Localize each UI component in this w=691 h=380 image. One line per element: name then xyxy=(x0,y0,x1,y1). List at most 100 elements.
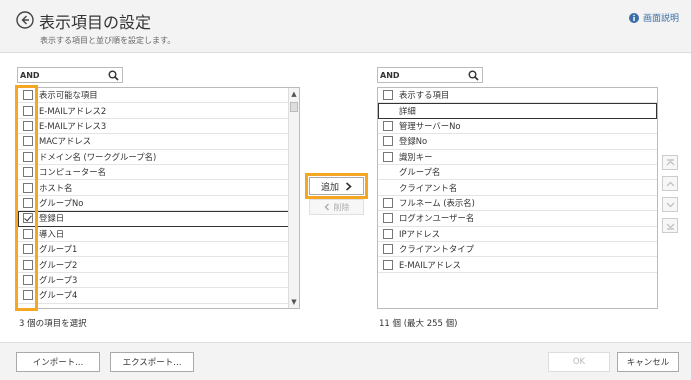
list-item[interactable]: グループ名 xyxy=(378,165,657,181)
list-item[interactable]: 登録日 xyxy=(18,211,289,227)
move-down-button[interactable] xyxy=(662,197,678,212)
available-items-list: 表示可能な項目 E-MAILアドレス2 E-MAILアドレス3 MACアドレス ドメイ… xyxy=(17,87,300,309)
list-item[interactable]: ドメイン名 (ワークグループ名) xyxy=(18,150,289,165)
list-item-label: コンピューター名 xyxy=(39,167,106,178)
item-checkbox[interactable] xyxy=(22,121,33,131)
chevron-up-icon xyxy=(666,181,674,186)
item-checkbox[interactable] xyxy=(22,198,33,208)
list-item[interactable]: 詳細 xyxy=(378,103,657,119)
search-icon[interactable] xyxy=(108,70,119,81)
list-item[interactable]: フルネーム (表示名) xyxy=(378,196,657,212)
item-checkbox[interactable] xyxy=(22,259,33,270)
list-item[interactable]: グループ1 xyxy=(18,242,289,258)
item-checkbox[interactable] xyxy=(382,213,393,224)
list-item-label: 識別キー xyxy=(399,151,433,162)
list-item[interactable]: 登録No xyxy=(378,134,657,150)
back-icon[interactable] xyxy=(16,11,34,29)
item-checkbox[interactable] xyxy=(22,105,33,116)
move-up-button[interactable] xyxy=(662,176,678,191)
item-checkbox[interactable] xyxy=(22,167,33,178)
list-item[interactable]: E-MAILアドレス2 xyxy=(18,103,289,119)
list-item-label: ドメイン名 (ワークグループ名) xyxy=(39,151,157,162)
dialog-header: 表示項目の設定 表示する項目と並び順を設定します。 画面説明 xyxy=(0,0,691,52)
remove-button[interactable]: 削除 xyxy=(309,199,364,215)
list-item[interactable]: E-MAILアドレス xyxy=(378,257,657,273)
item-checkbox[interactable] xyxy=(22,244,33,255)
item-checkbox[interactable] xyxy=(382,136,393,147)
list-item-label: 登録日 xyxy=(39,213,65,224)
list-item-label: E-MAILアドレス2 xyxy=(39,105,107,116)
available-scrollbar[interactable]: ▲ ▼ xyxy=(288,88,299,308)
list-item-label: E-MAILアドレス3 xyxy=(39,120,107,131)
item-checkbox[interactable] xyxy=(382,244,393,255)
chevron-down-icon xyxy=(666,202,674,207)
select-all-checkbox[interactable] xyxy=(382,90,393,101)
available-search xyxy=(17,67,123,83)
selected-search xyxy=(377,67,483,83)
selected-count: 11 個 (最大 255 個) xyxy=(379,319,458,329)
selected-search-input[interactable] xyxy=(380,69,460,81)
available-search-input[interactable] xyxy=(20,69,100,81)
list-item[interactable]: 導入日 xyxy=(18,227,289,242)
list-item[interactable]: ログオンユーザー名 xyxy=(378,211,657,227)
item-checkbox[interactable] xyxy=(22,290,33,301)
export-button[interactable]: エクスポート... xyxy=(110,352,194,372)
available-header-label: 表示可能な項目 xyxy=(39,90,98,101)
item-checkbox[interactable] xyxy=(382,259,393,270)
list-item[interactable]: クライアントタイプ xyxy=(378,242,657,258)
list-item[interactable]: コンピューター名 xyxy=(18,165,289,181)
list-item[interactable]: ホスト名 xyxy=(18,180,289,196)
move-top-button[interactable] xyxy=(662,155,678,170)
item-checkbox[interactable] xyxy=(22,136,33,147)
item-checkbox[interactable] xyxy=(382,228,393,239)
list-item[interactable]: グループ2 xyxy=(18,257,289,273)
list-item-label: ホスト名 xyxy=(39,182,73,193)
selected-header-row: 表示する項目 xyxy=(378,88,657,104)
item-checkbox[interactable] xyxy=(22,275,33,285)
item-checkbox[interactable] xyxy=(22,228,33,239)
move-top-icon xyxy=(666,158,674,165)
page-title: 表示項目の設定 xyxy=(39,13,152,32)
list-item-label: グループ3 xyxy=(39,274,78,285)
chevron-left-icon xyxy=(324,203,329,211)
list-item[interactable]: IPアドレス xyxy=(378,227,657,242)
list-item-label: 管理サーバーNo xyxy=(399,120,461,131)
add-button[interactable]: 追加 xyxy=(309,177,364,195)
item-checkbox[interactable] xyxy=(22,182,33,193)
select-all-checkbox[interactable] xyxy=(22,90,33,101)
list-item[interactable]: グループNo xyxy=(18,196,289,212)
list-item-label: クライアント名 xyxy=(399,182,458,193)
ok-button[interactable]: OK xyxy=(548,352,610,372)
list-item-label: 詳細 xyxy=(399,105,416,116)
list-item[interactable]: クライアント名 xyxy=(378,180,657,196)
item-checkbox[interactable] xyxy=(22,213,33,224)
list-item-label: グループ名 xyxy=(399,167,441,178)
list-item-label: グループNo xyxy=(39,197,84,208)
item-checkbox[interactable] xyxy=(22,151,33,162)
selected-header-label: 表示する項目 xyxy=(399,90,450,101)
selected-items-list: 表示する項目 詳細管理サーバーNo 登録No 識別キーグループ名クライアント名フルネ… xyxy=(377,87,658,309)
scroll-thumb[interactable] xyxy=(290,102,298,112)
item-checkbox[interactable] xyxy=(382,198,393,208)
list-item-label: グループ2 xyxy=(39,259,78,270)
item-checkbox[interactable] xyxy=(382,121,393,131)
list-item[interactable]: グループ4 xyxy=(18,288,289,304)
move-bottom-button[interactable] xyxy=(662,218,678,233)
list-item[interactable]: グループ3 xyxy=(18,273,289,289)
chevron-right-icon xyxy=(345,181,352,191)
available-header-row: 表示可能な項目 xyxy=(18,88,289,104)
list-item[interactable]: E-MAILアドレス3 xyxy=(18,119,289,135)
list-item[interactable]: MACアドレス xyxy=(18,134,289,150)
search-icon[interactable] xyxy=(468,70,479,81)
cancel-button[interactable]: キャンセル xyxy=(617,352,679,372)
list-item[interactable]: 管理サーバーNo xyxy=(378,119,657,135)
scroll-up-icon[interactable]: ▲ xyxy=(289,89,299,99)
item-checkbox[interactable] xyxy=(382,151,393,162)
list-item-label: 登録No xyxy=(399,136,428,147)
remove-button-label: 削除 xyxy=(333,202,350,212)
import-button[interactable]: インポート... xyxy=(16,352,100,372)
info-icon xyxy=(628,12,639,23)
list-item[interactable]: 識別キー xyxy=(378,150,657,165)
scroll-down-icon[interactable]: ▼ xyxy=(289,297,299,307)
help-link[interactable]: 画面説明 xyxy=(628,11,679,24)
